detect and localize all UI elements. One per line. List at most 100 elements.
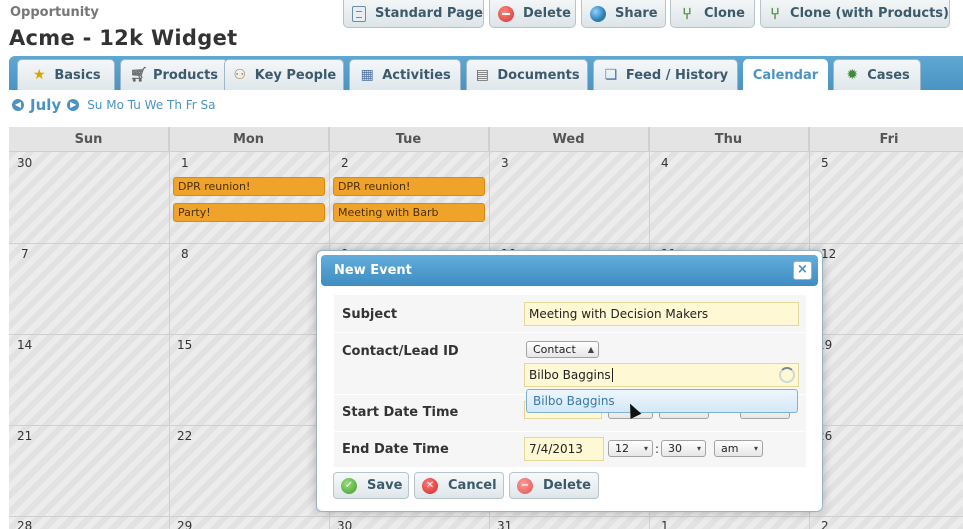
day-number[interactable]: 30 <box>337 519 352 529</box>
day-number[interactable]: 2 <box>821 519 829 529</box>
tab-feed-history[interactable]: ❏ Feed / History <box>593 59 738 90</box>
tab-label: Key People <box>254 67 337 83</box>
cancel-button[interactable]: ✕ Cancel <box>414 472 504 499</box>
grid-line <box>9 516 963 517</box>
day-number[interactable]: 7 <box>21 247 29 261</box>
tab-cases[interactable]: ✹ Cases <box>833 59 921 90</box>
end-hour-select[interactable]: 12 ▾ <box>608 440 653 457</box>
loading-spinner-icon <box>779 367 795 383</box>
day-links[interactable]: Su Mo Tu We Th Fr Sa <box>87 98 215 112</box>
weekday-header: Thu <box>649 127 809 152</box>
cart-icon: 🛒︎ <box>129 67 148 83</box>
clone-label: Clone <box>704 6 745 21</box>
end-minute-value: 30 <box>668 442 682 455</box>
subject-input[interactable]: Meeting with Decision Makers <box>524 302 799 326</box>
standard-page-label: Standard Page <box>375 6 483 21</box>
clone-products-icon: ⑂ <box>770 3 780 23</box>
record-type-label: Opportunity <box>10 5 99 20</box>
star-icon: ★ <box>33 67 46 83</box>
day-number[interactable]: 2 <box>341 156 349 170</box>
delete-event-button[interactable]: − Delete <box>509 472 599 499</box>
tab-label: Activities <box>382 67 451 83</box>
event-form: Subject Meeting with Decision Makers Con… <box>334 295 806 467</box>
delete-icon <box>498 5 514 22</box>
select-arrows-icon: ▾ <box>643 444 648 453</box>
end-ampm-select[interactable]: am ▾ <box>714 440 763 457</box>
dialog-title-bar[interactable]: New Event × <box>321 255 818 286</box>
day-number[interactable]: 4 <box>661 156 669 170</box>
grid-line <box>9 243 963 244</box>
tab-basics[interactable]: ★ Basics <box>17 59 115 90</box>
cancel-label: Cancel <box>448 478 497 493</box>
autocomplete-suggestion[interactable]: Bilbo Baggins <box>526 389 798 413</box>
contact-lookup-input[interactable]: Bilbo Baggins <box>524 363 799 387</box>
day-number[interactable]: 21 <box>17 429 32 443</box>
day-number[interactable]: 29 <box>177 519 192 529</box>
calendar-event[interactable]: Meeting with Barb <box>333 203 485 222</box>
save-label: Save <box>367 478 403 493</box>
page-icon <box>352 5 366 22</box>
tab-label: Documents <box>497 67 580 83</box>
tab-label: Cases <box>867 67 910 83</box>
day-number[interactable]: 1 <box>661 519 669 529</box>
tab-key-people[interactable]: ⚇ Key People <box>224 59 344 90</box>
day-number[interactable]: 22 <box>177 429 192 443</box>
tab-products[interactable]: 🛒︎ Products <box>120 59 228 90</box>
end-minute-select[interactable]: 30 ▾ <box>661 440 706 457</box>
select-arrows-icon: ▾ <box>696 444 701 453</box>
end-ampm-value: am <box>721 442 739 455</box>
row-separator <box>334 431 806 432</box>
clone-with-products-button[interactable]: ⑂ Clone (with Products) <box>760 0 950 28</box>
time-separator: : <box>655 442 660 456</box>
select-arrows-icon: ▾ <box>753 444 758 453</box>
end-date-input[interactable]: 7/4/2013 <box>524 437 604 461</box>
standard-page-button[interactable]: Standard Page <box>343 0 484 28</box>
next-month-icon[interactable]: ▶ <box>67 99 80 111</box>
dialog-title: New Event <box>334 263 412 278</box>
tab-label: Basics <box>54 67 101 83</box>
weekday-header: Fri <box>879 132 899 147</box>
contact-lead-label: Contact/Lead ID <box>342 344 459 359</box>
day-number[interactable]: 15 <box>177 338 192 352</box>
tab-bar: ★ Basics 🛒︎ Products ⚇ Key People ▦ Acti… <box>9 56 963 91</box>
month-name[interactable]: July <box>30 96 61 114</box>
document-icon: ▤ <box>475 67 489 83</box>
calendar-event[interactable]: DPR reunion! <box>333 177 485 196</box>
day-number[interactable]: 1 <box>181 156 189 170</box>
start-date-time-label: Start Date Time <box>342 405 459 420</box>
calendar-event[interactable]: Party! <box>173 203 325 222</box>
new-event-dialog: New Event × Subject Meeting with Decisio… <box>316 250 823 512</box>
checkmark-icon: ✓ <box>341 477 357 494</box>
select-arrows-icon: ▲ <box>587 345 594 354</box>
day-number[interactable]: 5 <box>821 156 829 170</box>
delete-label: Delete <box>523 6 571 21</box>
previous-month-icon[interactable]: ◀ <box>12 99 24 111</box>
close-icon[interactable]: × <box>793 261 812 280</box>
day-number[interactable]: 31 <box>497 519 512 529</box>
tab-calendar[interactable]: Calendar <box>743 59 828 91</box>
people-icon: ⚇ <box>233 67 247 83</box>
day-number[interactable]: 30 <box>17 156 32 170</box>
tab-activities[interactable]: ▦ Activities <box>349 59 461 90</box>
tab-label: Feed / History <box>625 67 729 83</box>
gear-icon: ✹ <box>846 67 859 83</box>
delete-icon: − <box>517 477 533 494</box>
day-number[interactable]: 8 <box>181 247 189 261</box>
day-number[interactable]: 12 <box>821 247 836 261</box>
globe-icon <box>590 5 606 22</box>
day-number[interactable]: 28 <box>17 519 32 529</box>
share-button[interactable]: Share <box>581 0 666 28</box>
weekday-header: Sun <box>9 127 169 152</box>
day-number[interactable]: 3 <box>501 156 509 170</box>
day-number[interactable]: 14 <box>17 338 32 352</box>
calendar-event[interactable]: DPR reunion! <box>173 177 325 196</box>
tab-documents[interactable]: ▤ Documents <box>466 59 588 90</box>
save-button[interactable]: ✓ Save <box>333 472 409 499</box>
clone-button[interactable]: ⑂ Clone <box>670 0 755 28</box>
contact-type-value: Contact <box>533 343 576 356</box>
month-navigation: ◀ July ▶ Su Mo Tu We Th Fr Sa <box>12 96 216 114</box>
contact-type-select[interactable]: Contact ▲ <box>526 341 599 358</box>
clone-products-label: Clone (with Products) <box>790 6 949 21</box>
end-hour-value: 12 <box>615 442 629 455</box>
delete-button[interactable]: Delete <box>489 0 576 28</box>
